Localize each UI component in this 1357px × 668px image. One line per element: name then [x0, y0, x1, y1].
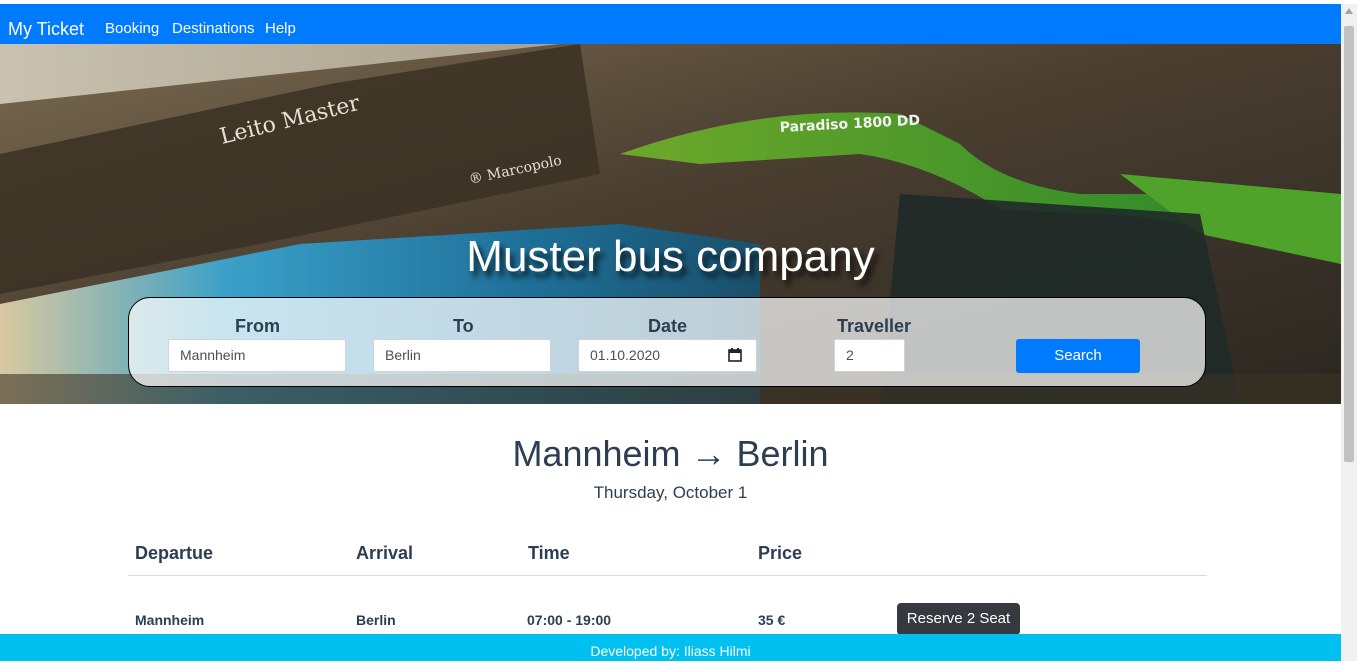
- traveller-label: Traveller: [837, 316, 912, 336]
- route-title: Mannheim → Berlin: [512, 433, 829, 474]
- row-departure: Mannheim: [135, 612, 205, 628]
- nav-destinations[interactable]: Destinations: [172, 21, 255, 37]
- nav-booking[interactable]: Booking: [105, 21, 159, 37]
- date-value: 01.10.2020: [590, 347, 661, 363]
- search-form: From Mannheim To Berlin Date 01.10.2020 …: [128, 297, 1206, 387]
- row-time: 07:00 - 19:00: [527, 612, 612, 628]
- header-time: Time: [528, 543, 570, 563]
- scroll-up-arrow-icon[interactable]: [1345, 8, 1353, 14]
- reserve-seat-button[interactable]: Reserve 2 Seat: [897, 603, 1020, 635]
- row-arrival: Berlin: [356, 612, 396, 628]
- scrollbar-thumb[interactable]: [1344, 26, 1354, 462]
- hero-title: Muster bus company: [466, 232, 875, 281]
- calendar-icon[interactable]: [728, 348, 742, 362]
- row-price: 35 €: [758, 612, 786, 628]
- from-label: From: [235, 316, 280, 336]
- footer: Developed by: Iliass Hilmi: [0, 634, 1341, 661]
- header-arrival: Arrival: [356, 543, 414, 563]
- navbar: My Ticket Booking Destinations Help: [0, 4, 1341, 44]
- header-price: Price: [758, 543, 803, 563]
- to-input[interactable]: Berlin: [373, 339, 551, 372]
- brand-link[interactable]: My Ticket: [8, 19, 84, 39]
- from-input[interactable]: Mannheim: [168, 339, 346, 372]
- search-button[interactable]: Search: [1016, 339, 1140, 373]
- date-input[interactable]: 01.10.2020: [578, 339, 757, 372]
- page-scrollbar[interactable]: [1341, 4, 1357, 661]
- header-departure: Departue: [135, 543, 214, 563]
- nav-help[interactable]: Help: [265, 21, 296, 37]
- to-label: To: [453, 316, 474, 336]
- table-divider: [128, 575, 1207, 576]
- date-label: Date: [648, 316, 688, 336]
- route-date: Thursday, October 1: [593, 483, 748, 502]
- hero-banner: Leito Master ® Marcopolo Paradiso 1800 D…: [0, 44, 1341, 404]
- traveller-input[interactable]: 2: [834, 339, 905, 372]
